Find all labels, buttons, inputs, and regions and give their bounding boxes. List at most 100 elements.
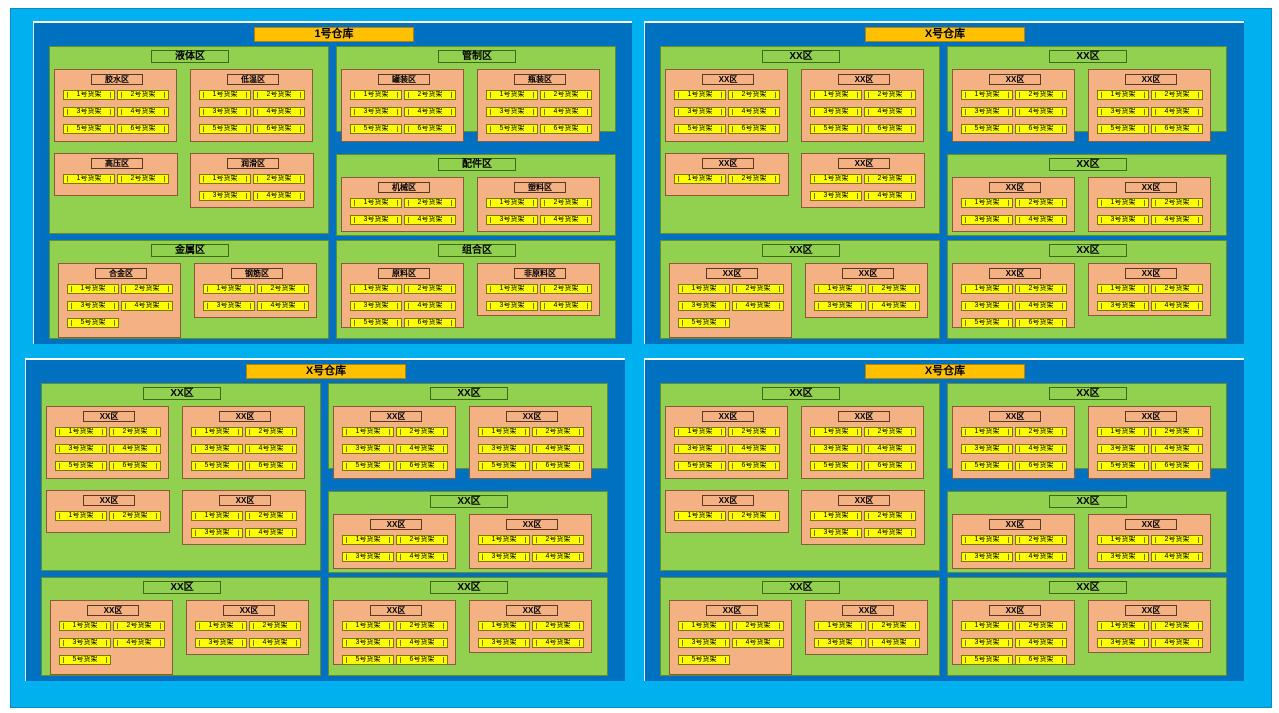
shelf-item[interactable]: 2号货架 bbox=[1151, 90, 1203, 100]
shelf-item[interactable]: 5号货架 bbox=[342, 655, 394, 665]
shelf-item[interactable]: 6号货架 bbox=[396, 461, 448, 471]
shelf-item[interactable]: 3号货架 bbox=[478, 638, 530, 648]
shelf-item[interactable]: 1号货架 bbox=[810, 174, 862, 184]
shelf-item[interactable]: 4号货架 bbox=[117, 107, 169, 117]
shelf-item[interactable]: 4号货架 bbox=[245, 528, 297, 538]
storage-zone[interactable]: XX区 1号货架 2号货架 3号货架 4号货架 bbox=[805, 600, 928, 655]
shelf-item[interactable]: 2号货架 bbox=[728, 90, 780, 100]
shelf-item[interactable]: 6号货架 bbox=[253, 124, 305, 134]
shelf-item[interactable]: 2号货架 bbox=[1151, 427, 1203, 437]
shelf-item[interactable]: 4号货架 bbox=[404, 107, 456, 117]
shelf-item[interactable]: 4号货架 bbox=[540, 107, 592, 117]
shelf-item[interactable]: 3号货架 bbox=[961, 107, 1013, 117]
storage-zone[interactable]: XX区 1号货架 2号货架 3号货架 4号货架 bbox=[469, 600, 592, 653]
shelf-item[interactable]: 2号货架 bbox=[728, 511, 780, 521]
shelf-item[interactable]: 5号货架 bbox=[191, 461, 243, 471]
shelf-item[interactable]: 5号货架 bbox=[1097, 124, 1149, 134]
shelf-item[interactable]: 3号货架 bbox=[678, 638, 730, 648]
shelf-item[interactable]: 5号货架 bbox=[810, 124, 862, 134]
shelf-item[interactable]: 3号货架 bbox=[199, 107, 251, 117]
storage-zone[interactable]: XX区 1号货架 2号货架 3号货架 4号货架 5号货架 6号货架 bbox=[952, 406, 1075, 479]
shelf-item[interactable]: 3号货架 bbox=[350, 215, 402, 225]
storage-zone[interactable]: XX区 1号货架 2号货架 3号货架 4号货架 5号货架 6号货架 bbox=[1088, 406, 1211, 479]
storage-zone[interactable]: 高压区 1号货架 2号货架 bbox=[54, 153, 178, 196]
storage-zone[interactable]: XX区 1号货架 2号货架 3号货架 4号货架 5号货架 6号货架 bbox=[46, 406, 169, 479]
shelf-item[interactable]: 5号货架 bbox=[1097, 461, 1149, 471]
shelf-item[interactable]: 1号货架 bbox=[350, 284, 402, 294]
shelf-item[interactable]: 6号货架 bbox=[396, 655, 448, 665]
shelf-item[interactable]: 5号货架 bbox=[961, 318, 1013, 328]
shelf-item[interactable]: 2号货架 bbox=[113, 621, 165, 631]
shelf-item[interactable]: 4号货架 bbox=[404, 301, 456, 311]
shelf-item[interactable]: 3号货架 bbox=[63, 107, 115, 117]
shelf-item[interactable]: 1号货架 bbox=[55, 511, 107, 521]
shelf-item[interactable]: 3号货架 bbox=[961, 638, 1013, 648]
storage-zone[interactable]: XX区 1号货架 2号货架 3号货架 4号货架 5号货架 6号货架 bbox=[952, 69, 1075, 142]
storage-zone[interactable]: XX区 1号货架 2号货架 3号货架 4号货架 bbox=[1088, 514, 1211, 569]
shelf-item[interactable]: 3号货架 bbox=[961, 444, 1013, 454]
storage-zone[interactable]: 罐装区 1号货架 2号货架 3号货架 4号货架 5号货架 6号货架 bbox=[341, 69, 464, 142]
shelf-item[interactable]: 1号货架 bbox=[203, 284, 255, 294]
shelf-item[interactable]: 1号货架 bbox=[814, 621, 866, 631]
shelf-item[interactable]: 2号货架 bbox=[257, 284, 309, 294]
shelf-item[interactable]: 2号货架 bbox=[404, 284, 456, 294]
shelf-item[interactable]: 1号货架 bbox=[55, 427, 107, 437]
shelf-item[interactable]: 4号货架 bbox=[728, 444, 780, 454]
shelf-item[interactable]: 1号货架 bbox=[1097, 427, 1149, 437]
shelf-item[interactable]: 4号货架 bbox=[540, 301, 592, 311]
shelf-item[interactable]: 6号货架 bbox=[404, 318, 456, 328]
shelf-item[interactable]: 2号货架 bbox=[864, 511, 916, 521]
storage-zone[interactable]: XX区 1号货架 2号货架 3号货架 4号货架 5号货架 bbox=[50, 600, 173, 675]
shelf-item[interactable]: 2号货架 bbox=[728, 427, 780, 437]
shelf-item[interactable]: 2号货架 bbox=[249, 621, 301, 631]
shelf-item[interactable]: 1号货架 bbox=[961, 198, 1013, 208]
shelf-item[interactable]: 1号货架 bbox=[1097, 535, 1149, 545]
shelf-item[interactable]: 3号货架 bbox=[350, 107, 402, 117]
shelf-item[interactable]: 6号货架 bbox=[1151, 461, 1203, 471]
shelf-item[interactable]: 4号货架 bbox=[245, 444, 297, 454]
shelf-item[interactable]: 3号货架 bbox=[810, 528, 862, 538]
shelf-item[interactable]: 2号货架 bbox=[532, 535, 584, 545]
storage-zone[interactable]: XX区 1号货架 2号货架 3号货架 4号货架 5号货架 6号货架 bbox=[665, 69, 788, 142]
shelf-item[interactable]: 2号货架 bbox=[540, 284, 592, 294]
storage-zone[interactable]: XX区 1号货架 2号货架 3号货架 4号货架 5号货架 6号货架 bbox=[469, 406, 592, 479]
shelf-item[interactable]: 6号货架 bbox=[245, 461, 297, 471]
shelf-item[interactable]: 2号货架 bbox=[532, 427, 584, 437]
shelf-item[interactable]: 2号货架 bbox=[540, 90, 592, 100]
shelf-item[interactable]: 1号货架 bbox=[199, 174, 251, 184]
shelf-item[interactable]: 3号货架 bbox=[55, 444, 107, 454]
storage-zone[interactable]: XX区 1号货架 2号货架 3号货架 4号货架 5号货架 6号货架 bbox=[801, 406, 924, 479]
shelf-item[interactable]: 1号货架 bbox=[1097, 621, 1149, 631]
shelf-item[interactable]: 4号货架 bbox=[868, 301, 920, 311]
shelf-item[interactable]: 5号货架 bbox=[810, 461, 862, 471]
shelf-item[interactable]: 2号货架 bbox=[540, 198, 592, 208]
shelf-item[interactable]: 4号货架 bbox=[1151, 107, 1203, 117]
shelf-item[interactable]: 3号货架 bbox=[810, 107, 862, 117]
shelf-item[interactable]: 2号货架 bbox=[1151, 198, 1203, 208]
storage-zone[interactable]: 胶水区 1号货架 2号货架 3号货架 4号货架 5号货架 6号货架 bbox=[54, 69, 177, 142]
shelf-item[interactable]: 4号货架 bbox=[396, 638, 448, 648]
shelf-item[interactable]: 5号货架 bbox=[350, 318, 402, 328]
shelf-item[interactable]: 2号货架 bbox=[864, 174, 916, 184]
shelf-item[interactable]: 2号货架 bbox=[732, 621, 784, 631]
shelf-item[interactable]: 1号货架 bbox=[67, 284, 119, 294]
shelf-item[interactable]: 2号货架 bbox=[868, 284, 920, 294]
shelf-item[interactable]: 6号货架 bbox=[117, 124, 169, 134]
shelf-item[interactable]: 6号货架 bbox=[404, 124, 456, 134]
shelf-item[interactable]: 6号货架 bbox=[1015, 461, 1067, 471]
storage-zone[interactable]: XX区 1号货架 2号货架 3号货架 4号货架 5号货架 6号货架 bbox=[665, 406, 788, 479]
shelf-item[interactable]: 5号货架 bbox=[67, 318, 119, 328]
shelf-item[interactable]: 2号货架 bbox=[396, 621, 448, 631]
storage-zone[interactable]: XX区 1号货架 2号货架 3号货架 4号货架 5号货架 6号货架 bbox=[801, 69, 924, 142]
shelf-item[interactable]: 1号货架 bbox=[199, 90, 251, 100]
shelf-item[interactable]: 1号货架 bbox=[486, 284, 538, 294]
shelf-item[interactable]: 1号货架 bbox=[59, 621, 111, 631]
storage-zone[interactable]: XX区 1号货架 2号货架 bbox=[665, 490, 789, 533]
shelf-item[interactable]: 4号货架 bbox=[864, 528, 916, 538]
shelf-item[interactable]: 4号货架 bbox=[1151, 638, 1203, 648]
shelf-item[interactable]: 2号货架 bbox=[864, 90, 916, 100]
shelf-item[interactable]: 2号货架 bbox=[1151, 284, 1203, 294]
shelf-item[interactable]: 2号货架 bbox=[1151, 535, 1203, 545]
shelf-item[interactable]: 4号货架 bbox=[113, 638, 165, 648]
storage-zone[interactable]: XX区 1号货架 2号货架 3号货架 4号货架 bbox=[801, 490, 925, 545]
